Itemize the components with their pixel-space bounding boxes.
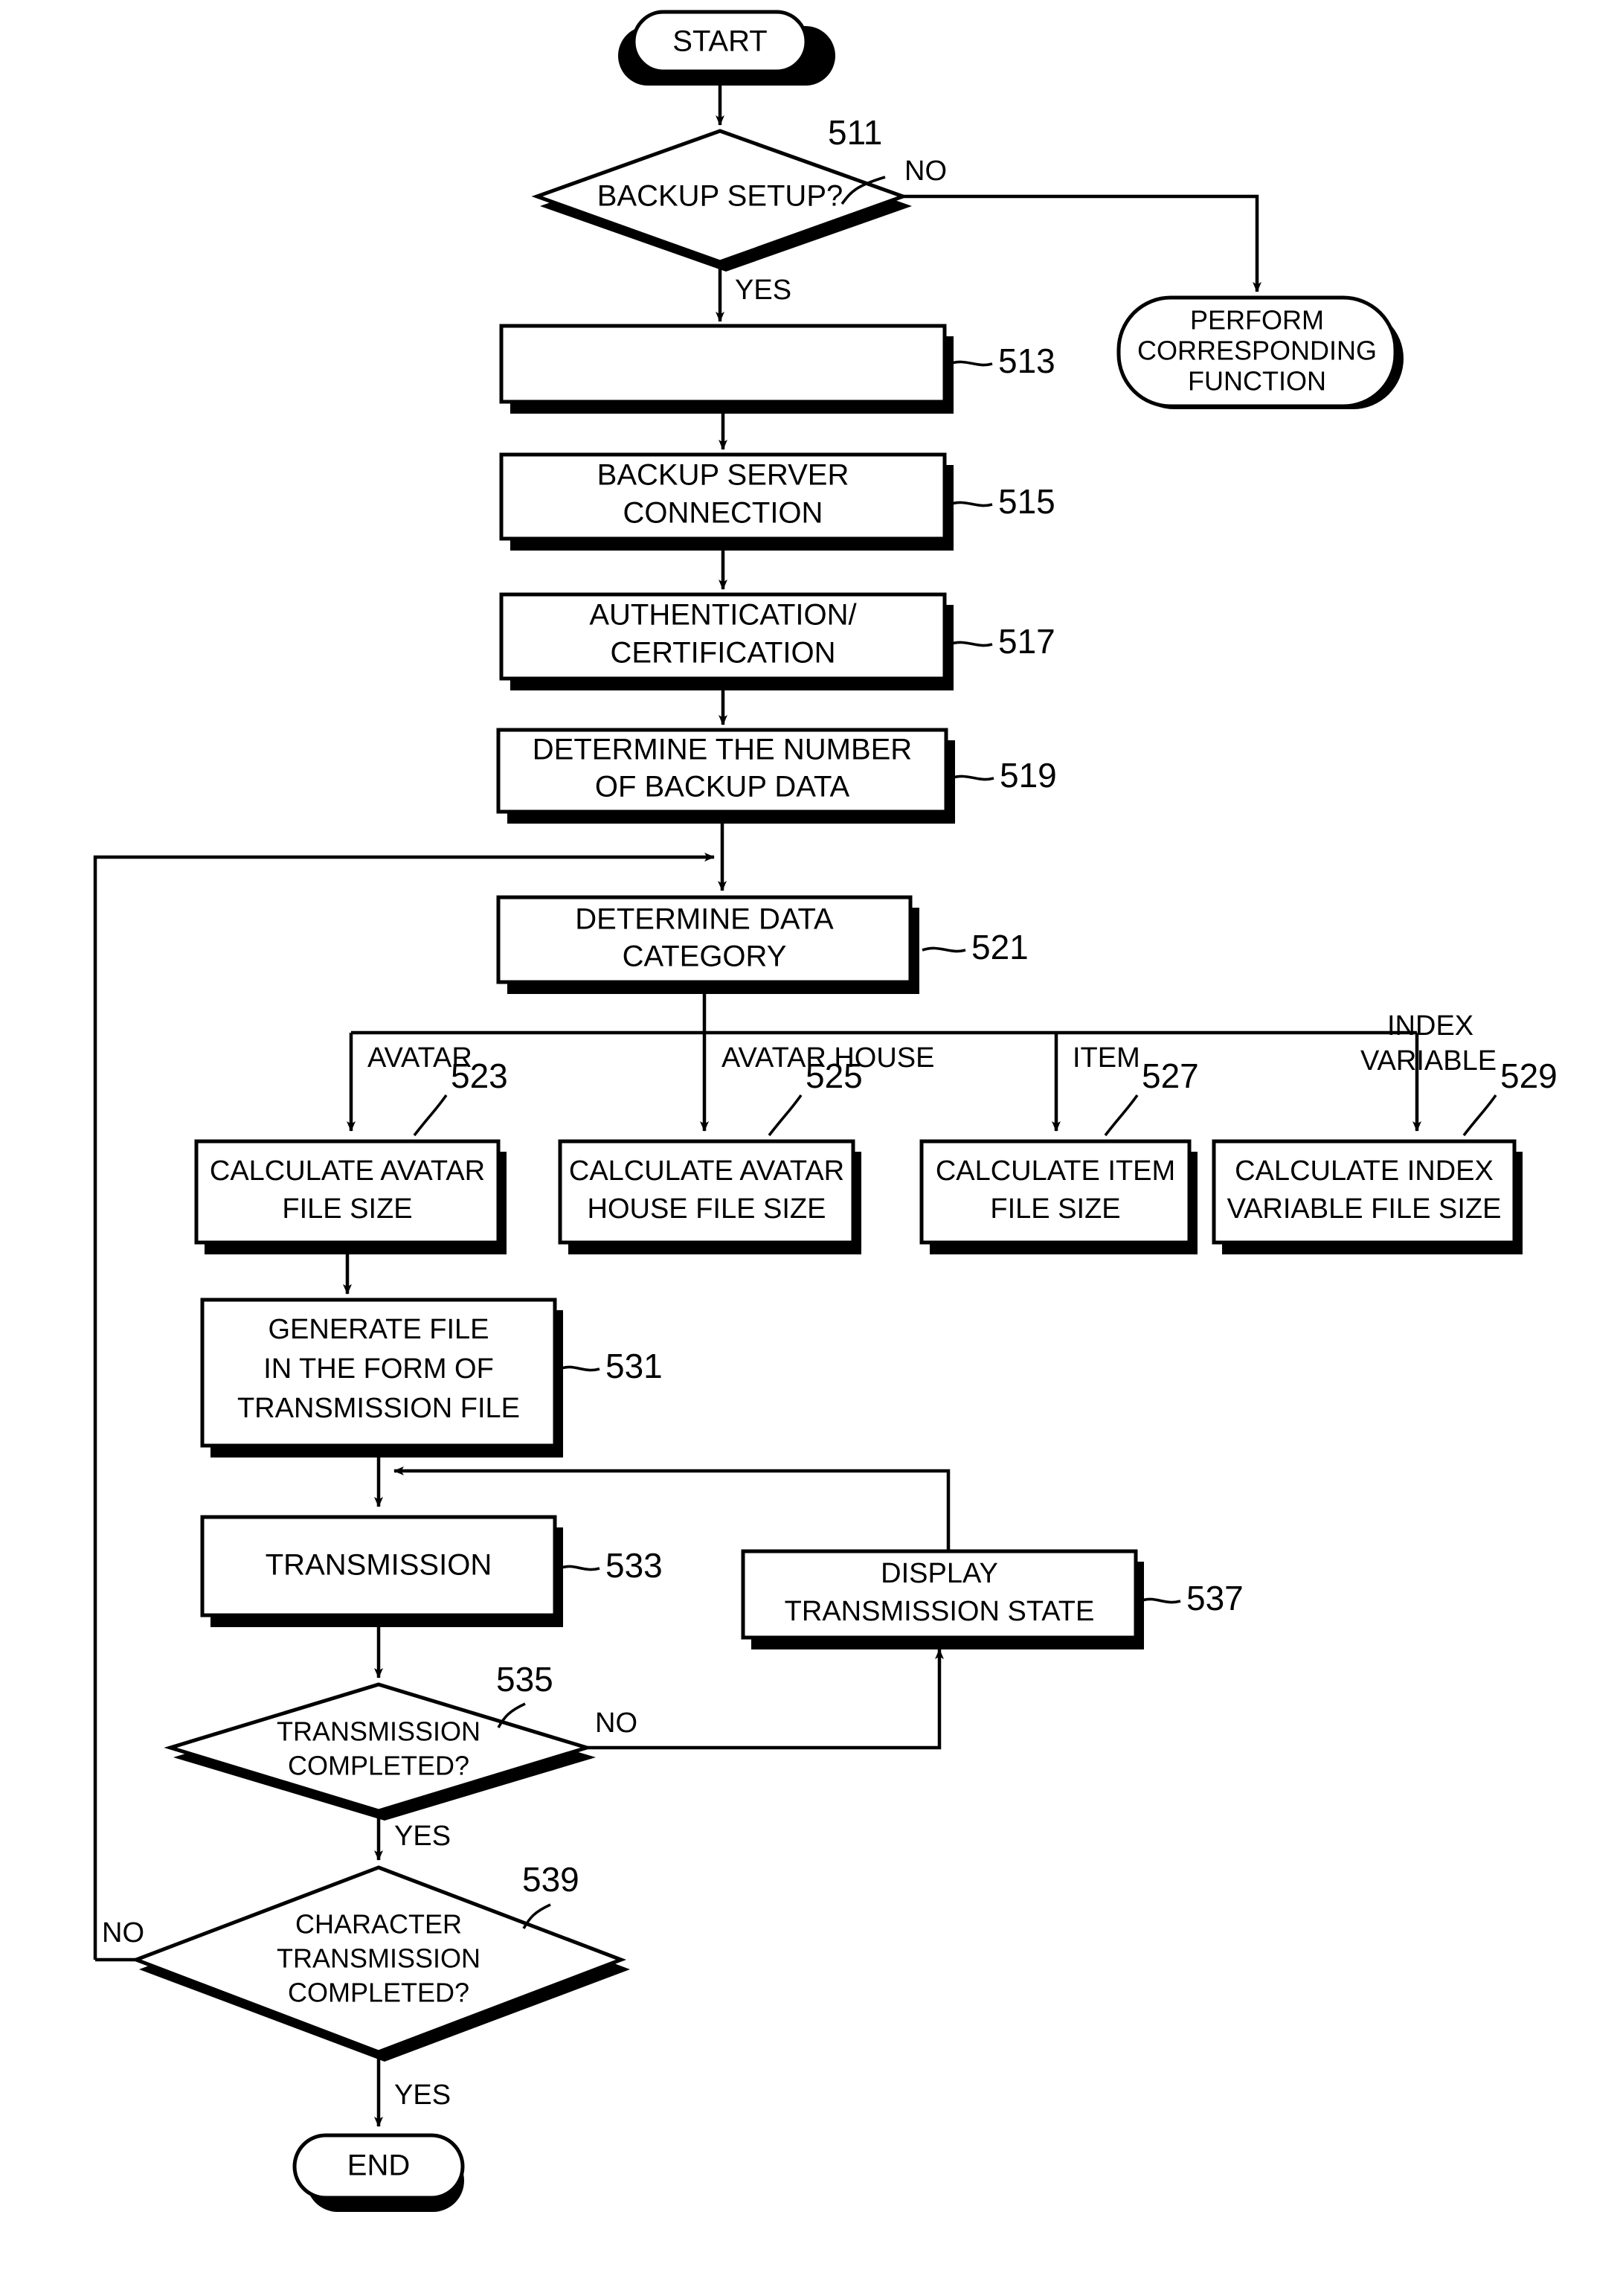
node-525-line2: HOUSE FILE SIZE: [588, 1193, 826, 1225]
node-perform-line3: FUNCTION: [1188, 366, 1326, 397]
leader-513: [948, 360, 993, 367]
ref-519: 519: [1000, 756, 1057, 795]
node-533: TRANSMISSION: [200, 1515, 563, 1627]
node-529-line1: CALCULATE INDEX: [1235, 1155, 1494, 1187]
edge-label-539-yes: YES: [394, 2079, 451, 2111]
node-531-line3: TRANSMISSION FILE: [237, 1393, 520, 1424]
node-521-line1: DETERMINE DATA: [575, 903, 834, 936]
leader-519: [950, 775, 994, 781]
node-523-line1: CALCULATE AVATAR: [210, 1155, 485, 1187]
ref-521: 521: [971, 928, 1029, 966]
node-539-line1: CHARACTER: [295, 1909, 462, 1940]
node-535-line1: TRANSMISSION: [277, 1716, 480, 1747]
leader-527: [1104, 1094, 1139, 1137]
edge-label-535-no: NO: [595, 1707, 637, 1739]
node-519-line2: OF BACKUP DATA: [595, 771, 850, 804]
leader-531: [559, 1365, 600, 1372]
node-perform-line1: PERFORM: [1190, 305, 1324, 336]
node-531: GENERATE FILE IN THE FORM OF TRANSMISSIO…: [200, 1298, 563, 1458]
node-517-line1: AUTHENTICATION/: [589, 599, 857, 632]
node-515-line2: CONNECTION: [623, 497, 823, 530]
node-537-line1: DISPLAY: [881, 1558, 998, 1589]
node-531-line2: IN THE FORM OF: [263, 1353, 494, 1385]
node-539-line3: COMPLETED?: [288, 1978, 469, 2008]
ref-533: 533: [605, 1546, 663, 1585]
flowchart-canvas: START BACKUP SETUP? 511 NO PERFORM CORRE…: [0, 0, 1620, 2296]
ref-523: 523: [451, 1056, 508, 1095]
ref-529: 529: [1500, 1056, 1558, 1095]
node-523-line2: FILE SIZE: [282, 1193, 412, 1225]
node-517: AUTHENTICATION/ CERTIFICATION: [499, 592, 954, 690]
ref-531: 531: [605, 1347, 663, 1385]
node-535: TRANSMISSION COMPLETED?: [164, 1682, 596, 1821]
ref-525: 525: [806, 1056, 863, 1095]
node-527: CALCULATE ITEM FILE SIZE: [919, 1139, 1198, 1254]
ref-517: 517: [998, 622, 1055, 661]
node-start-label: START: [672, 25, 767, 58]
leader-517: [948, 641, 993, 647]
node-end-label: END: [347, 2149, 410, 2182]
node-start: START: [618, 10, 835, 86]
edge-label-539-no: NO: [102, 1917, 144, 1949]
node-519: DETERMINE THE NUMBER OF BACKUP DATA: [496, 728, 955, 824]
edge-535-no: [587, 1649, 944, 1750]
ref-513: 513: [998, 341, 1055, 380]
edge-label-item: ITEM: [1073, 1042, 1140, 1074]
ref-535: 535: [496, 1660, 553, 1699]
node-537: DISPLAY TRANSMISSION STATE: [741, 1549, 1144, 1649]
node-521-line2: CATEGORY: [623, 940, 787, 973]
leader-525: [768, 1094, 803, 1137]
edge-label-index-variable-line1: INDEX: [1387, 1010, 1473, 1042]
leader-537: [1140, 1597, 1181, 1604]
node-527-line1: CALCULATE ITEM: [936, 1155, 1175, 1187]
leader-515: [948, 501, 993, 507]
node-535-line2: COMPLETED?: [288, 1751, 469, 1781]
node-533-label: TRANSMISSION: [266, 1549, 492, 1582]
leader-523: [413, 1094, 448, 1137]
node-perform-corresponding-function: PERFORM CORRESPONDING FUNCTION: [1116, 295, 1404, 409]
node-531-line1: GENERATE FILE: [268, 1314, 489, 1345]
edge-label-511-yes: YES: [735, 275, 791, 306]
leader-533: [559, 1565, 600, 1571]
node-519-line1: DETERMINE THE NUMBER: [533, 734, 912, 766]
ref-515: 515: [998, 482, 1055, 521]
node-perform-line2: CORRESPONDING: [1137, 336, 1377, 366]
node-521: DETERMINE DATA CATEGORY: [496, 895, 919, 994]
edge-label-535-yes: YES: [394, 1821, 451, 1852]
node-513: [499, 324, 954, 414]
node-517-line2: CERTIFICATION: [611, 637, 836, 670]
ref-527: 527: [1142, 1056, 1199, 1095]
node-529-line2: VARIABLE FILE SIZE: [1227, 1193, 1502, 1225]
edge-label-511-no: NO: [904, 155, 947, 187]
leader-521: [922, 946, 966, 953]
node-525: CALCULATE AVATAR HOUSE FILE SIZE: [558, 1139, 861, 1254]
node-515-line1: BACKUP SERVER: [597, 459, 849, 492]
node-537-line2: TRANSMISSION STATE: [785, 1596, 1095, 1627]
node-511-label: BACKUP SETUP?: [597, 180, 843, 213]
leader-529: [1462, 1094, 1497, 1137]
node-511: BACKUP SETUP?: [531, 129, 912, 272]
ref-511: 511: [828, 113, 882, 152]
node-529: CALCULATE INDEX VARIABLE FILE SIZE: [1212, 1139, 1523, 1254]
node-523: CALCULATE AVATAR FILE SIZE: [194, 1139, 507, 1254]
node-527-line2: FILE SIZE: [990, 1193, 1120, 1225]
edge-label-index-variable-line2: VARIABLE: [1360, 1045, 1497, 1077]
edge-511-no: [903, 194, 1261, 292]
node-525-line1: CALCULATE AVATAR: [569, 1155, 844, 1187]
ref-537: 537: [1186, 1579, 1244, 1617]
node-515: BACKUP SERVER CONNECTION: [499, 452, 954, 551]
ref-539: 539: [522, 1860, 579, 1899]
node-539-line2: TRANSMISSION: [277, 1943, 480, 1974]
node-end: END: [292, 2133, 465, 2212]
flowchart-svg: START BACKUP SETUP? 511 NO PERFORM CORRE…: [93, 10, 1558, 2212]
